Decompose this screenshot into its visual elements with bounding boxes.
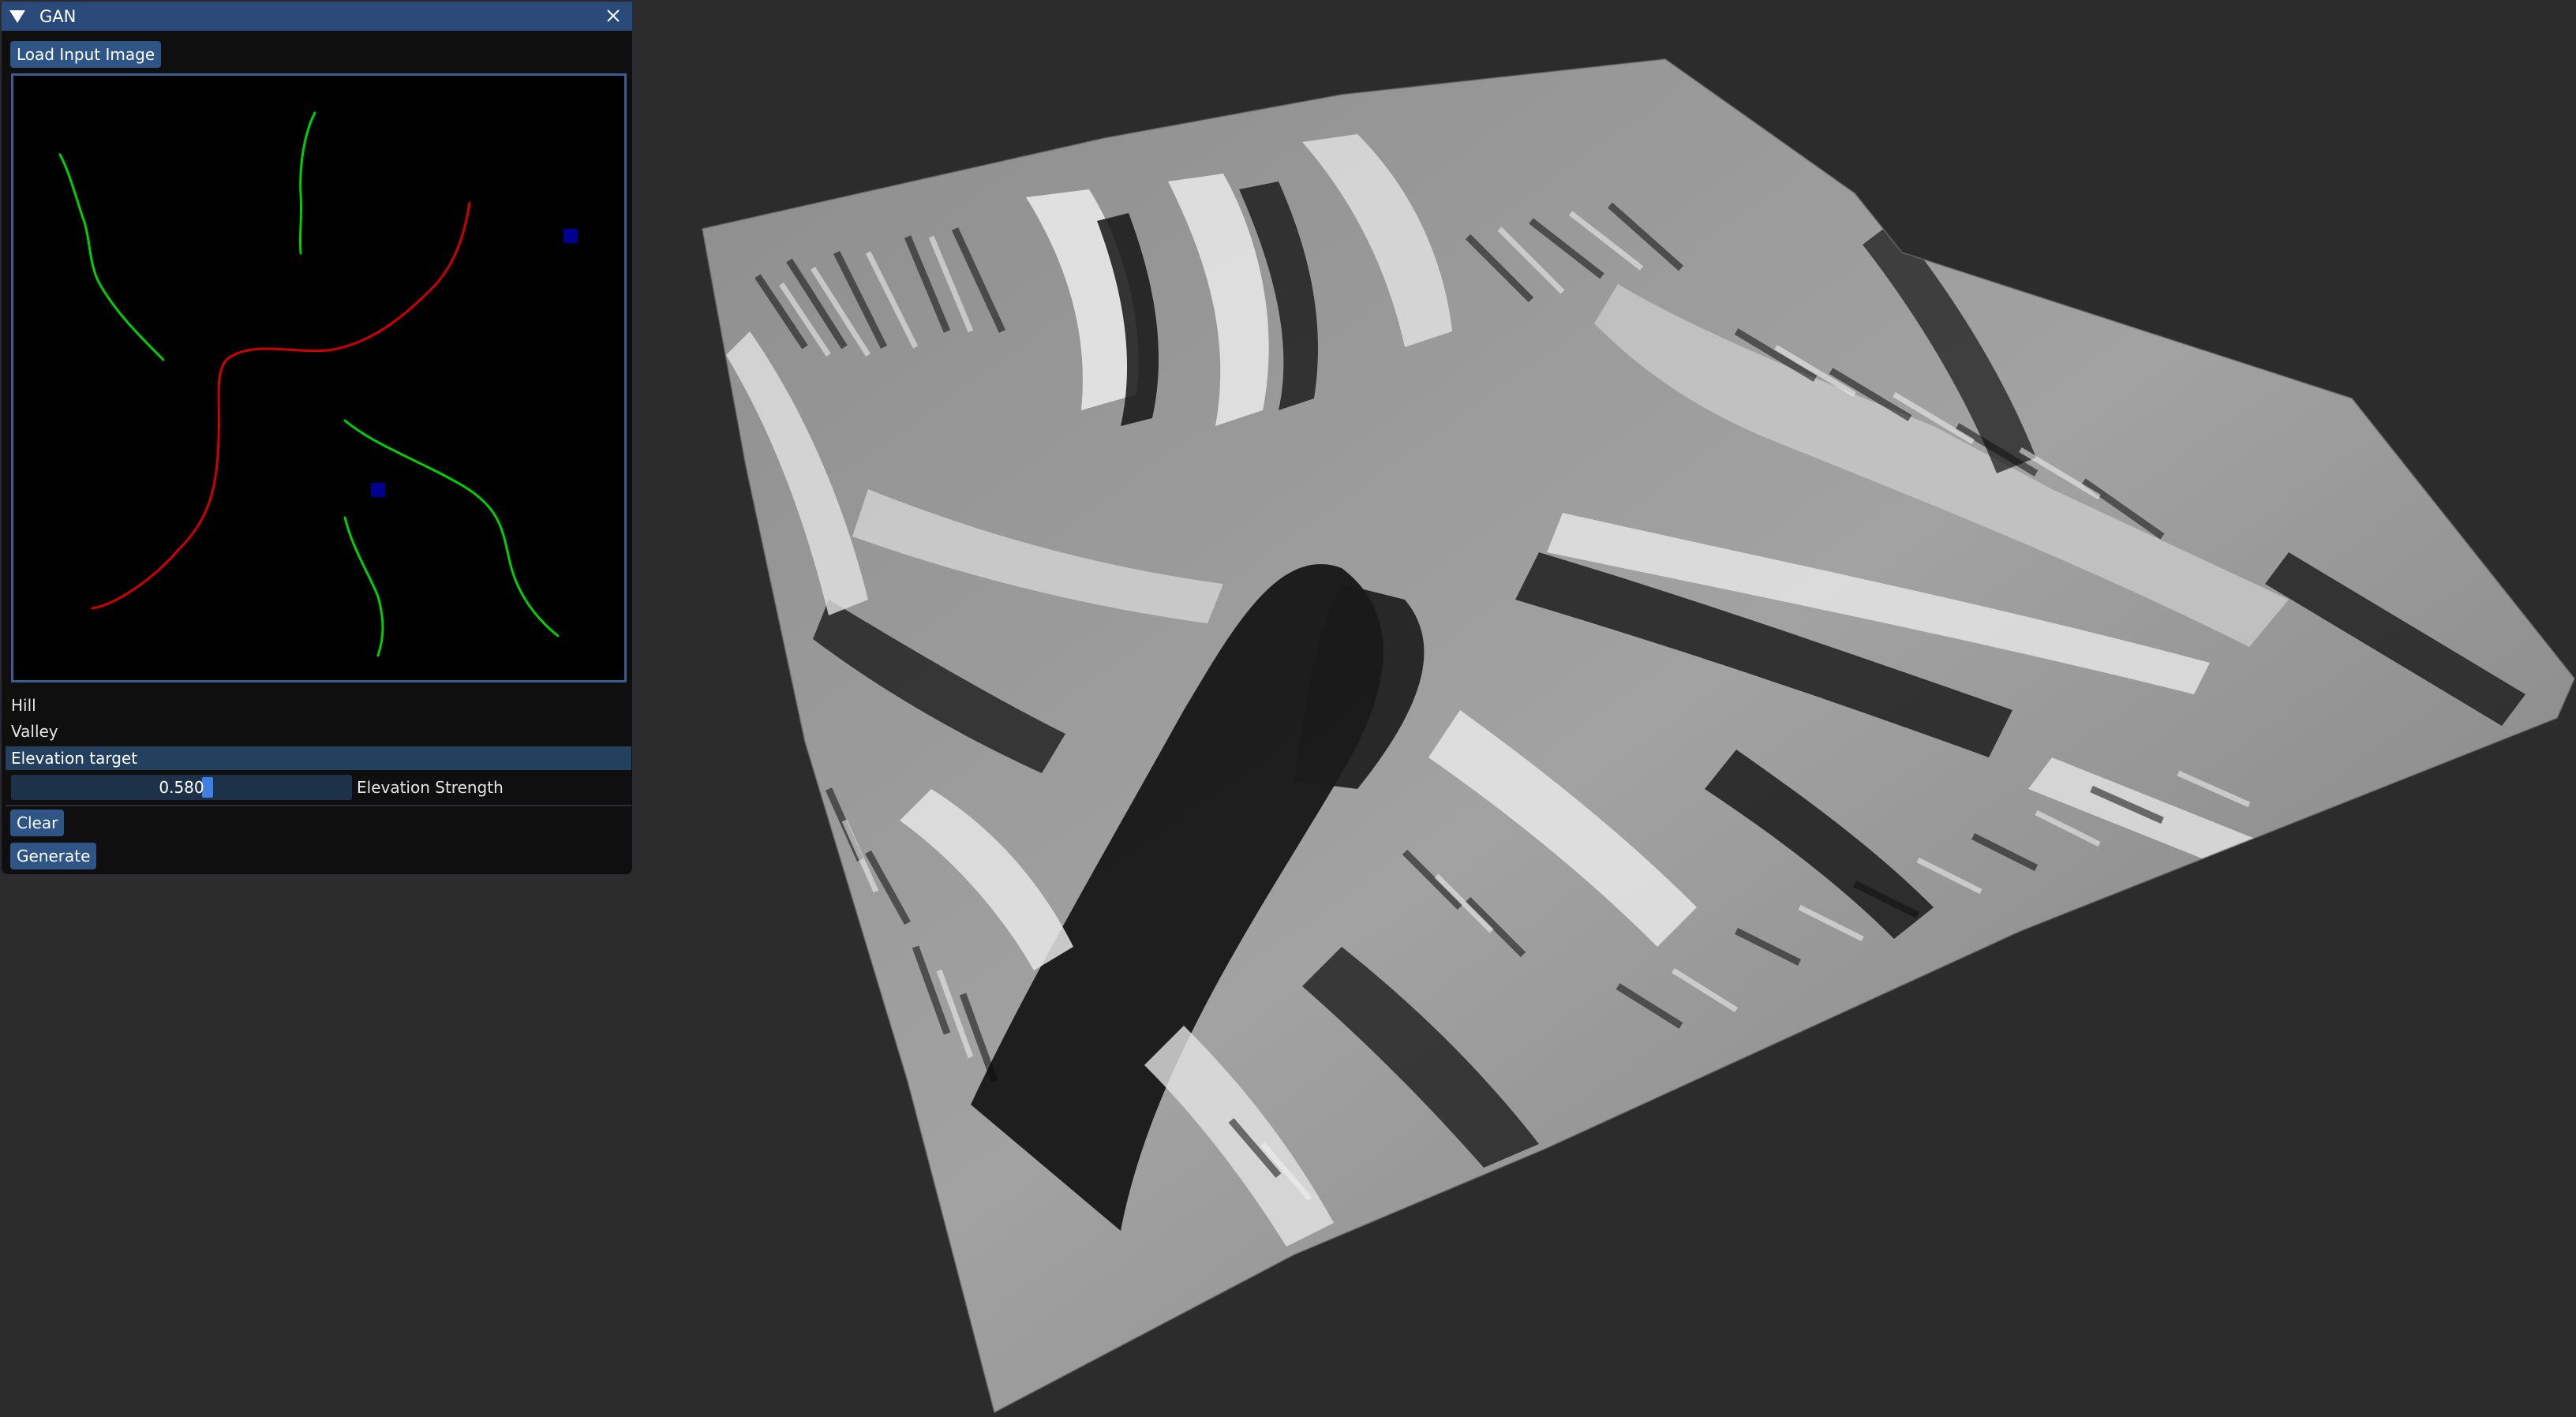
close-icon[interactable] [604, 6, 623, 25]
separator [6, 805, 631, 806]
elevation-strength-slider[interactable]: 0.580 [11, 775, 352, 800]
hill-stroke [343, 516, 384, 657]
load-input-image-button[interactable]: Load Input Image [10, 41, 162, 68]
clear-button[interactable]: Clear [10, 809, 65, 836]
slider-value: 0.580 [159, 778, 204, 797]
hill-label[interactable]: Hill [11, 696, 36, 715]
terrain-surface [702, 59, 2574, 1412]
elevation-target-header[interactable]: Elevation target [6, 746, 631, 770]
window-title: GAN [39, 6, 77, 26]
generate-button[interactable]: Generate [10, 843, 97, 869]
window-title-bar[interactable]: GAN [2, 2, 632, 31]
elevation-marker[interactable] [564, 229, 578, 243]
hill-stroke [343, 419, 560, 637]
triangle-down-icon[interactable] [9, 9, 25, 23]
valley-stroke [91, 201, 471, 610]
elevation-marker[interactable] [371, 483, 385, 497]
elevation-strength-label: Elevation Strength [357, 778, 504, 797]
hill-stroke [298, 111, 316, 255]
gan-window[interactable]: GAN Load Input Image Hill Valley Elevati… [0, 0, 634, 876]
sketch-canvas[interactable] [11, 73, 627, 682]
valley-label[interactable]: Valley [11, 722, 58, 741]
hill-stroke [58, 153, 165, 361]
